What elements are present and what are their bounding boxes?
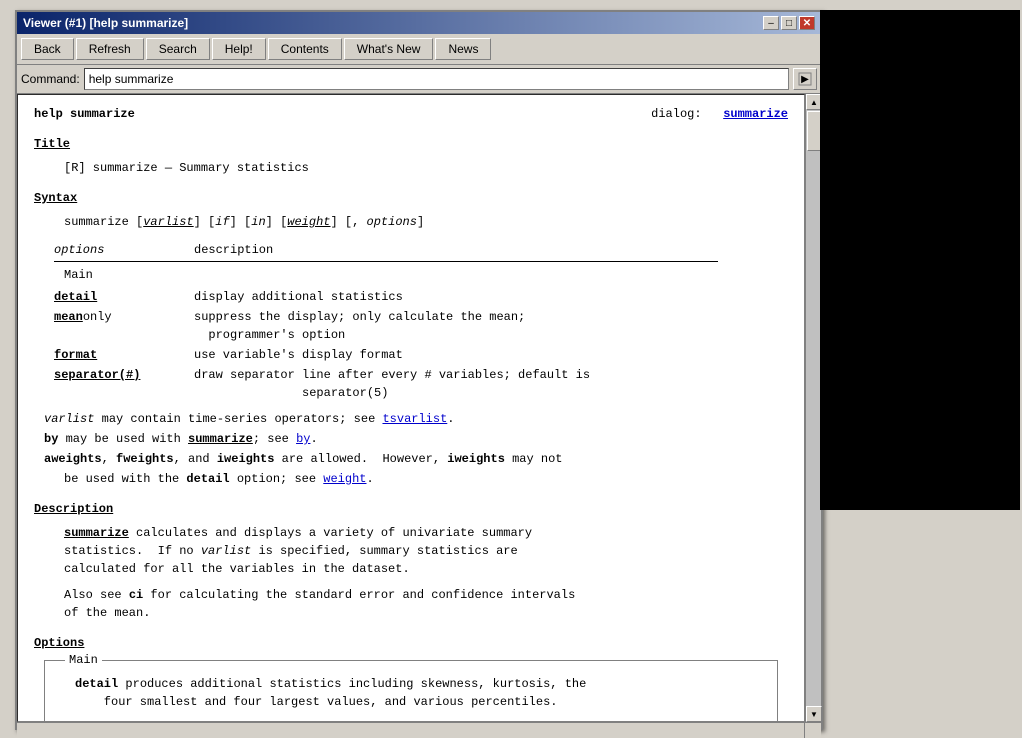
contents-button[interactable]: Contents xyxy=(268,38,342,60)
description-section-heading: Description xyxy=(34,500,788,518)
options-box-content: detail produces additional statistics in… xyxy=(45,661,777,722)
background-area xyxy=(820,10,1020,510)
table-row: format use variable's display format xyxy=(54,346,718,364)
window-title: Viewer (#1) [help summarize] xyxy=(23,16,188,30)
weight-link[interactable]: weight xyxy=(323,472,366,486)
status-right xyxy=(805,723,821,738)
options-box-tab: Main xyxy=(65,651,102,669)
desc-para1: summarize calculates and displays a vari… xyxy=(64,524,788,578)
note1: varlist may contain time-series operator… xyxy=(44,410,788,428)
back-button[interactable]: Back xyxy=(21,38,74,60)
command-label: Command: xyxy=(21,72,80,86)
status-bar xyxy=(17,722,821,738)
syntax-line: summarize [varlist] [if] [in] [weight] [… xyxy=(64,213,788,231)
svg-text:▶: ▶ xyxy=(801,74,809,85)
syntax-section-heading: Syntax xyxy=(34,189,788,207)
dialog-label: dialog: xyxy=(651,107,701,121)
command-bar: Command: ▶ xyxy=(17,65,821,94)
options-box: Main detail produces additional statisti… xyxy=(44,660,778,722)
content-area: help summarize dialog: summarize Title [… xyxy=(17,94,821,722)
help-content[interactable]: help summarize dialog: summarize Title [… xyxy=(17,94,805,722)
dialog-link[interactable]: summarize xyxy=(723,107,788,121)
scroll-thumb[interactable] xyxy=(807,111,821,151)
search-button[interactable]: Search xyxy=(146,38,210,60)
table-row: meanonly suppress the display; only calc… xyxy=(54,308,718,344)
vertical-scrollbar[interactable]: ▲ ▼ xyxy=(805,94,821,722)
by-link[interactable]: by xyxy=(296,432,310,446)
table-row: separator(#) draw separator line after e… xyxy=(54,366,718,402)
status-left xyxy=(17,723,805,738)
help-command-text: help summarize xyxy=(34,105,135,123)
options-col-header: options xyxy=(54,241,194,259)
title-section-heading: Title xyxy=(34,135,788,153)
dialog-info: dialog: summarize xyxy=(651,105,788,123)
table-row: detail display additional statistics xyxy=(54,288,718,306)
news-button[interactable]: News xyxy=(435,38,491,60)
detail-option: detail produces additional statistics in… xyxy=(75,675,767,711)
main-window: Viewer (#1) [help summarize] – □ ✕ Back … xyxy=(15,10,823,730)
title-content: [R] summarize — Summary statistics xyxy=(64,159,788,177)
options-table-header: options description xyxy=(54,241,718,262)
maximize-button[interactable]: □ xyxy=(781,16,797,30)
title-bar: Viewer (#1) [help summarize] – □ ✕ xyxy=(17,12,821,34)
go-icon: ▶ xyxy=(798,72,812,86)
command-input[interactable] xyxy=(84,68,789,90)
meanonly-option: meanonly, which is allowed only when det… xyxy=(75,719,767,722)
note2: by may be used with summarize; see by. xyxy=(44,430,788,448)
description-col-header: description xyxy=(194,241,718,259)
main-section-label: Main xyxy=(64,266,718,284)
close-button[interactable]: ✕ xyxy=(799,16,815,30)
help-header: help summarize dialog: summarize xyxy=(34,105,788,123)
whats-new-button[interactable]: What's New xyxy=(344,38,434,60)
desc-para2: Also see ci for calculating the standard… xyxy=(64,586,788,622)
scroll-track[interactable] xyxy=(806,110,821,706)
command-go-button[interactable]: ▶ xyxy=(793,68,817,90)
help-button[interactable]: Help! xyxy=(212,38,266,60)
options-section-heading: Options xyxy=(34,634,788,652)
minimize-button[interactable]: – xyxy=(763,16,779,30)
title-controls: – □ ✕ xyxy=(763,16,815,30)
refresh-button[interactable]: Refresh xyxy=(76,38,144,60)
note3: aweights, fweights, and iweights are all… xyxy=(44,450,788,468)
tsvarlist-link[interactable]: tsvarlist xyxy=(382,412,447,426)
note3b: be used with the detail option; see weig… xyxy=(64,470,788,488)
toolbar: Back Refresh Search Help! Contents What'… xyxy=(17,34,821,65)
scroll-down-button[interactable]: ▼ xyxy=(806,706,822,722)
options-table: options description Main detail display … xyxy=(54,241,718,402)
